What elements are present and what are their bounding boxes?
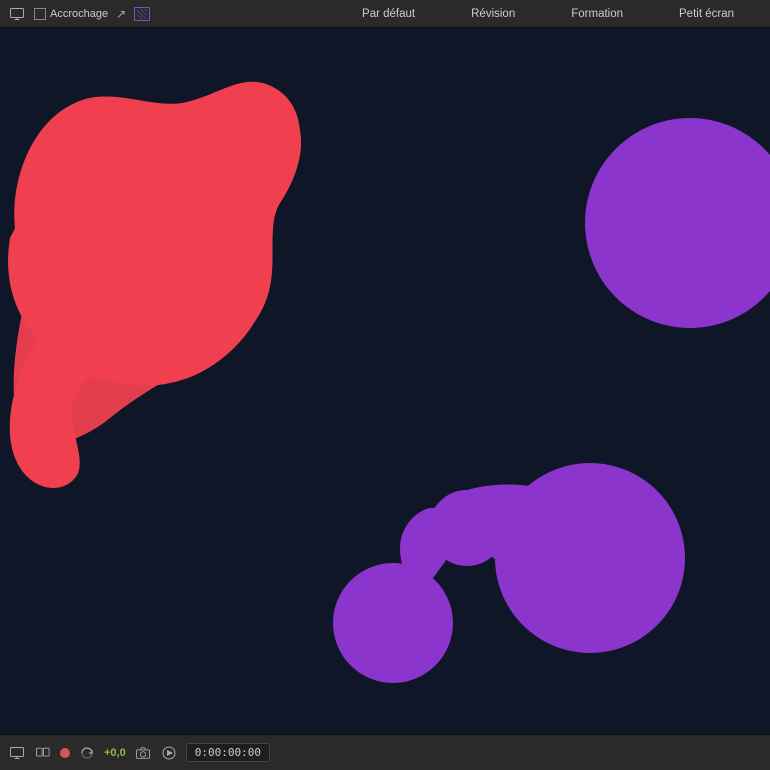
nav-petit-ecran[interactable]: Petit écran [651, 0, 762, 28]
snap-checkbox-area[interactable]: Accrochage [34, 8, 108, 20]
timecode-display[interactable]: 0:00:00:00 [186, 743, 270, 762]
frame-counter: +0,0 [104, 747, 126, 759]
arrow-icon[interactable]: ↗ [116, 7, 126, 21]
bottom-screen-icon[interactable] [8, 744, 26, 762]
nav-revision[interactable]: Révision [443, 0, 543, 28]
blobs-svg [0, 28, 770, 734]
bottom-toolbar: +0,0 0:00:00:00 [0, 734, 770, 770]
screen-icon[interactable] [8, 5, 26, 23]
canvas-area [0, 28, 770, 734]
target-box-icon[interactable] [134, 7, 150, 21]
render-icon[interactable] [160, 744, 178, 762]
camera-icon[interactable] [134, 744, 152, 762]
dual-screen-icon[interactable] [34, 744, 52, 762]
snap-label: Accrochage [50, 8, 108, 20]
record-dot[interactable] [60, 748, 70, 758]
workspace-nav: Par défaut Révision Formation Petit écra… [334, 0, 762, 28]
nav-default[interactable]: Par défaut [334, 0, 443, 28]
cycle-icon[interactable] [78, 744, 96, 762]
purple-circle-large [585, 118, 770, 328]
nav-formation[interactable]: Formation [543, 0, 651, 28]
purple-small-sphere [333, 563, 453, 683]
top-toolbar: Accrochage ↗ Par défaut Révision Formati… [0, 0, 770, 28]
snap-checkbox[interactable] [34, 8, 46, 20]
toolbar-left: Accrochage ↗ [8, 5, 150, 23]
